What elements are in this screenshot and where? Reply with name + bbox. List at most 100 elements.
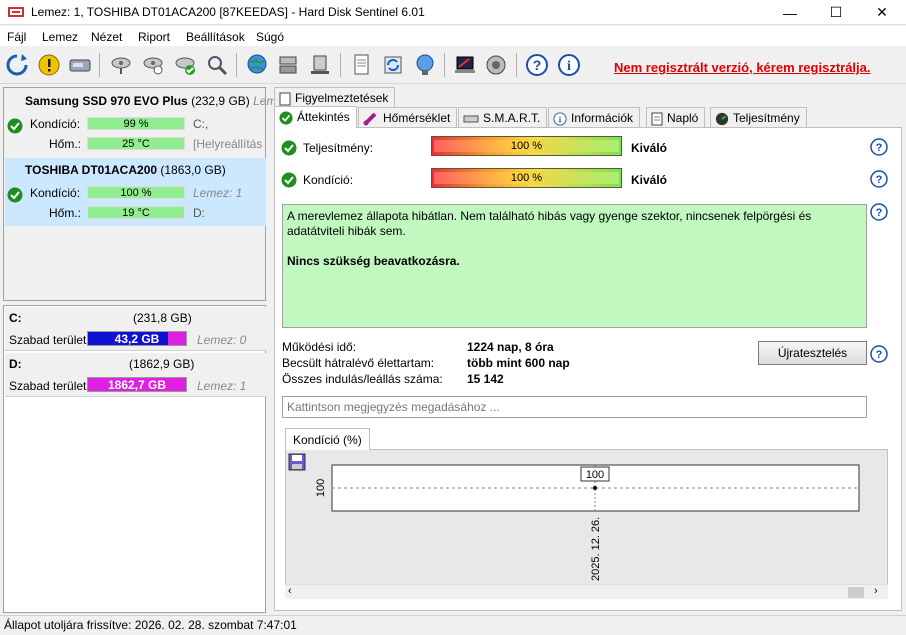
tab-smart[interactable]: S.M.A.R.T. [458, 107, 548, 127]
smart-icon [463, 115, 479, 123]
menu-disk[interactable]: Lemez [42, 30, 78, 44]
surface-test-button[interactable] [107, 51, 135, 79]
web-report-button[interactable] [243, 51, 271, 79]
volume-disk: Lemez: 0 [197, 333, 247, 347]
disk-name: TOSHIBA DT01ACA200 (1863,0 GB) [25, 163, 226, 177]
disk-check-button[interactable] [139, 51, 167, 79]
document-icon [279, 92, 291, 106]
check-icon [7, 118, 23, 134]
sync-button[interactable] [379, 51, 407, 79]
svg-text:i: i [567, 59, 571, 74]
disk-ok-button[interactable] [171, 51, 199, 79]
refresh-button[interactable] [3, 51, 31, 79]
free-space-bar: 43,2 GB [87, 331, 187, 346]
note-input[interactable]: Kattintson megjegyzés megadásához ... [282, 396, 867, 418]
register-link[interactable]: Nem regisztrált verzió, kérem regisztrál… [614, 60, 871, 75]
data-point [593, 486, 597, 490]
last-updated-text: Állapot utoljára frissítve: 2026. 02. 28… [4, 618, 297, 632]
network-button[interactable] [274, 51, 302, 79]
tab-temperature[interactable]: Hőmérséklet [358, 107, 458, 127]
menu-report[interactable]: Riport [138, 30, 170, 44]
acoustic-button[interactable] [482, 51, 510, 79]
window-title: Lemez: 1, TOSHIBA DT01ACA200 [87KEEDAS] … [31, 5, 425, 19]
scroll-thumb[interactable] [848, 587, 864, 598]
temp-bar: 25 °C [87, 137, 185, 150]
uptime-label: Működési idő: [282, 340, 357, 354]
speaker-icon [486, 55, 506, 75]
notebook-button[interactable] [451, 51, 479, 79]
info-icon: i [553, 112, 567, 126]
help-button[interactable]: ? [523, 51, 551, 79]
tab-information[interactable]: i Információk [548, 107, 641, 127]
help-icon[interactable]: ? [870, 170, 888, 188]
menu-bar: Fájl Lemez Nézet Riport Beállítások Súgó [0, 26, 906, 46]
temp-label: Hőm.: [49, 137, 82, 151]
lifetime-label: Becsült hátralévő élettartam: [282, 356, 435, 370]
minimize-icon: — [783, 4, 797, 21]
about-button[interactable]: i [555, 51, 583, 79]
condition-bar: 100 % [87, 186, 185, 199]
gauge-icon [715, 112, 729, 125]
performance-label: Teljesítmény: [303, 141, 374, 155]
volume-name: D: [9, 357, 22, 371]
scroll-right-icon[interactable]: › [874, 585, 878, 597]
disk-search-button[interactable] [203, 51, 231, 79]
tab-performance[interactable]: Teljesítmény [710, 107, 807, 127]
report-button[interactable] [347, 51, 375, 79]
volume-item-c[interactable]: C: (231,8 GB) Szabad terület 43,2 GB Lem… [5, 307, 266, 351]
check-icon [7, 187, 23, 203]
details-pane: Figyelmeztetések Áttekintés Hőmérséklet … [270, 87, 906, 613]
minimize-button[interactable]: — [767, 0, 813, 25]
performance-bar: 100 % [431, 136, 622, 156]
toolbar-separator [516, 53, 517, 77]
chart-scrollbar[interactable]: ‹ › [285, 584, 888, 599]
lifetime-value: több mint 600 nap [467, 356, 570, 370]
help-icon[interactable]: ? [870, 345, 888, 363]
check-icon [281, 172, 297, 188]
laptop-icon [455, 56, 475, 73]
status-bar: Állapot utoljára frissítve: 2026. 02. 28… [0, 615, 906, 635]
close-button[interactable]: ✕ [859, 0, 905, 25]
close-icon: ✕ [876, 4, 888, 20]
disk-info-button[interactable] [66, 51, 94, 79]
svg-text:?: ? [876, 142, 883, 154]
monitor-globe-icon [416, 54, 434, 75]
condition-chart: 100 100 2025. 12. 26. [285, 449, 888, 599]
check-icon [281, 140, 297, 156]
svg-text:?: ? [876, 174, 883, 186]
retest-button[interactable]: Újratesztelés [758, 341, 867, 365]
computer-icon [311, 55, 329, 74]
remote-button[interactable] [306, 51, 334, 79]
disk-item-samsung[interactable]: Samsung SSD 970 EVO Plus (232,9 GB) Leme… [5, 89, 283, 157]
disk-list: Samsung SSD 970 EVO Plus (232,9 GB) Leme… [3, 87, 283, 301]
tab-alerts[interactable]: Figyelmeztetések [274, 87, 396, 107]
svg-text:?: ? [533, 57, 542, 73]
temp-label: Hőm.: [49, 206, 82, 220]
tab-log[interactable]: Napló [646, 107, 706, 127]
volume-disk: Lemez: 1 [197, 379, 247, 393]
help-icon[interactable]: ? [870, 203, 888, 221]
volume-item-d[interactable]: D: (1862,9 GB) Szabad terület 1862,7 GB … [5, 353, 266, 397]
performance-rating: Kiváló [631, 141, 668, 155]
hdd-scan-icon [143, 57, 163, 75]
monitor-button[interactable] [411, 51, 439, 79]
scroll-left-icon[interactable]: ‹ [288, 585, 292, 597]
menu-help[interactable]: Súgó [256, 30, 284, 44]
tab-condition-chart[interactable]: Kondíció (%) [285, 428, 370, 450]
disk-partition-extra: [Helyreállítás [193, 137, 263, 151]
menu-settings[interactable]: Beállítások [186, 30, 245, 44]
disk-item-toshiba[interactable]: TOSHIBA DT01ACA200 (1863,0 GB) Kondíció:… [5, 158, 266, 226]
temp-bar: 19 °C [87, 206, 185, 219]
condition-bar: 99 % [87, 117, 185, 130]
menu-file[interactable]: Fájl [7, 30, 26, 44]
hdd-test-icon [111, 57, 131, 74]
maximize-button[interactable]: ☐ [813, 0, 859, 25]
menu-view[interactable]: Nézet [91, 30, 122, 44]
condition-bar: 100 % [431, 168, 622, 188]
tab-overview[interactable]: Áttekintés [274, 106, 357, 128]
volume-size: (1862,9 GB) [129, 357, 195, 371]
alert-button[interactable] [35, 51, 63, 79]
server-icon [279, 56, 297, 74]
help-icon[interactable]: ? [870, 138, 888, 156]
free-space-label: Szabad terület [9, 379, 87, 393]
